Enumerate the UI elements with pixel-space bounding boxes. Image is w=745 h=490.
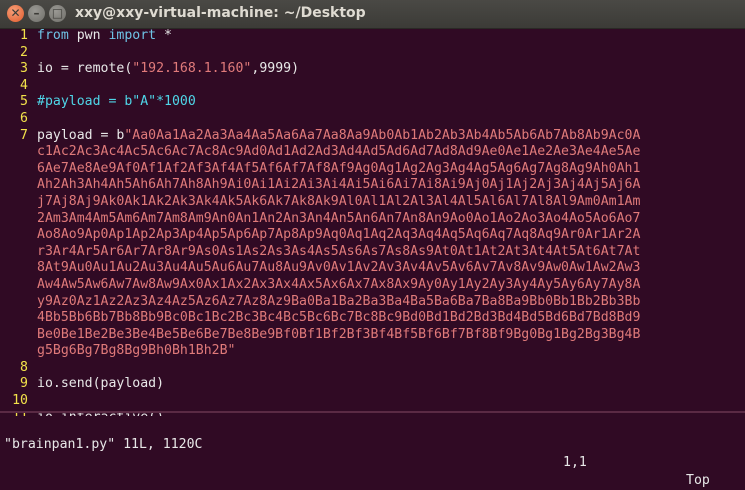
line-code: g5Bg6Bg7Bg8Bg9Bh0Bh1Bh2B" (37, 343, 236, 360)
editor-line[interactable]: 8 (0, 360, 745, 377)
line-number: 2 (20, 44, 28, 60)
code-token: payload = b (37, 127, 125, 143)
status-bar: "brainpan1.py" 11L, 1120C 1,1 Top (0, 418, 745, 488)
line-code: Ah2Ah3Ah4Ah5Ah6Ah7Ah8Ah9Ai0Ai1Ai2Ai3Ai4A… (37, 177, 640, 194)
editor-line[interactable]: 5 #payload = b"A"*1000 (0, 94, 745, 111)
status-scroll-position: Top (686, 473, 710, 488)
editor-line[interactable]: Ao8Ao9Ap0Ap1Ap2Ap3Ap4Ap5Ap6Ap7Ap8Ap9Aq0A… (0, 227, 745, 244)
line-number: 3 (20, 61, 28, 77)
line-code: y9Az0Az1Az2Az3Az4Az5Az6Az7Az8Az9Ba0Ba1Ba… (37, 294, 640, 311)
editor-line[interactable]: y9Az0Az1Az2Az3Az4Az5Az6Az7Az8Az9Ba0Ba1Ba… (0, 294, 745, 311)
editor-line[interactable]: Be0Be1Be2Be3Be4Be5Be6Be7Be8Be9Bf0Bf1Bf2B… (0, 327, 745, 344)
code-token: import (108, 28, 157, 43)
editor-line[interactable]: g5Bg6Bg7Bg8Bg9Bh0Bh1Bh2B" (0, 343, 745, 360)
status-cursor-position: 1,1 (563, 455, 587, 470)
editor-line[interactable]: Ah2Ah3Ah4Ah5Ah6Ah7Ah8Ah9Ai0Ai1Ai2Ai3Ai4A… (0, 177, 745, 194)
minimize-button[interactable]: – (28, 5, 45, 22)
code-token: from (37, 28, 69, 43)
line-number: 9 (20, 376, 28, 392)
code-token: ,9999) (251, 61, 300, 77)
editor-line[interactable]: 9 io.send(payload) (0, 376, 745, 393)
code-token: * (156, 28, 172, 43)
line-code: r3Ar4Ar5Ar6Ar7Ar8Ar9As0As1As2As3As4As5As… (37, 244, 640, 261)
editor-line[interactable]: 6Ae7Ae8Ae9Af0Af1Af2Af3Af4Af5Af6Af7Af8Af9… (0, 161, 745, 178)
window-title: xxy@xxy-virtual-machine: ~/Desktop (75, 5, 366, 21)
code-token: j7Aj8Aj9Ak0Ak1Ak2Ak3Ak4Ak5Ak6Ak7Ak8Ak9Al… (37, 193, 641, 209)
line-code: io.send(payload) (37, 376, 164, 393)
line-code: Ao8Ao9Ap0Ap1Ap2Ap3Ap4Ap5Ap6Ap7Ap8Ap9Aq0A… (37, 227, 640, 244)
editor-line[interactable]: 7 payload = b"Aa0Aa1Aa2Aa3Aa4Aa5Aa6Aa7Aa8… (0, 128, 745, 145)
code-token: Ah2Ah3Ah4Ah5Ah6Ah7Ah8Ah9Ai0Ai1Ai2Ai3Ai4A… (37, 177, 641, 193)
editor-line[interactable]: j7Aj8Aj9Ak0Ak1Ak2Ak3Ak4Ak5Ak6Ak7Ak8Ak9Al… (0, 194, 745, 211)
code-token: Be0Be1Be2Be3Be4Be5Be6Be7Be8Be9Bf0Bf1Bf2B… (37, 326, 641, 342)
line-code: io = remote("192.168.1.160",9999) (37, 61, 299, 78)
line-number: 1 (20, 28, 28, 43)
editor-line[interactable]: 4Bb5Bb6Bb7Bb8Bb9Bc0Bc1Bc2Bc3Bc4Bc5Bc6Bc7… (0, 310, 745, 327)
editor-line[interactable]: 8At9Au0Au1Au2Au3Au4Au5Au6Au7Au8Au9Av0Av1… (0, 260, 745, 277)
line-code: 2Am3Am4Am5Am6Am7Am8Am9An0An1An2An3An4An5… (37, 211, 640, 228)
line-number: 4 (20, 77, 28, 93)
code-token: 2Am3Am4Am5Am6Am7Am8Am9An0An1An2An3An4An5… (37, 210, 641, 226)
editor-line[interactable]: 2Am3Am4Am5Am6Am7Am8Am9An0An1An2An3An4An5… (0, 211, 745, 228)
editor-line[interactable]: Aw4Aw5Aw6Aw7Aw8Aw9Ax0Ax1Ax2Ax3Ax4Ax5Ax6A… (0, 277, 745, 294)
code-token: c1Ac2Ac3Ac4Ac5Ac6Ac7Ac8Ac9Ad0Ad1Ad2Ad3Ad… (37, 144, 641, 160)
code-token: Aw4Aw5Aw6Aw7Aw8Aw9Ax0Ax1Ax2Ax3Ax4Ax5Ax6A… (37, 276, 641, 292)
code-token: 4Bb5Bb6Bb7Bb8Bb9Bc0Bc1Bc2Bc3Bc4Bc5Bc6Bc7… (37, 310, 641, 326)
line-number: 7 (20, 127, 28, 143)
editor-line[interactable]: 1 from pwn import * (0, 28, 745, 45)
editor-line[interactable]: r3Ar4Ar5Ar6Ar7Ar8Ar9As0As1As2As3As4As5As… (0, 244, 745, 261)
code-token: "192.168.1.160" (132, 61, 252, 77)
line-number: 6 (20, 110, 28, 126)
line-code: 6Ae7Ae8Ae9Af0Af1Af2Af3Af4Af5Af6Af7Af8Af9… (37, 161, 640, 178)
line-number: 5 (20, 94, 28, 110)
editor-line[interactable]: 10 (0, 393, 745, 410)
code-token: g5Bg6Bg7Bg8Bg9Bh0Bh1Bh2B" (37, 343, 236, 359)
editor-line[interactable]: 4 (0, 78, 745, 95)
code-token: 8At9Au0Au1Au2Au3Au4Au5Au6Au7Au8Au9Av0Av1… (37, 260, 641, 276)
editor-line[interactable]: 3 io = remote("192.168.1.160",9999) (0, 61, 745, 78)
line-code: from pwn import * (37, 28, 172, 45)
line-number: 10 (12, 393, 28, 409)
editor-line[interactable]: 2 (0, 45, 745, 62)
editor-line[interactable]: c1Ac2Ac3Ac4Ac5Ac6Ac7Ac8Ac9Ad0Ad1Ad2Ad3Ad… (0, 144, 745, 161)
line-code: #payload = b"A"*1000 (37, 94, 196, 111)
code-token: r3Ar4Ar5Ar6Ar7Ar8Ar9As0As1As2As3As4As5As… (37, 243, 641, 259)
code-token: 6Ae7Ae8Ae9Af0Af1Af2Af3Af4Af5Af6Af7Af8Af9… (37, 160, 641, 176)
code-token: io = remote( (37, 61, 133, 77)
line-code: Be0Be1Be2Be3Be4Be5Be6Be7Be8Be9Bf0Bf1Bf2B… (37, 327, 640, 344)
code-token: Ao8Ao9Ap0Ap1Ap2Ap3Ap4Ap5Ap6Ap7Ap8Ap9Aq0A… (37, 227, 641, 243)
line-number: 8 (20, 359, 28, 375)
line-code: c1Ac2Ac3Ac4Ac5Ac6Ac7Ac8Ac9Ad0Ad1Ad2Ad3Ad… (37, 144, 640, 161)
editor-line[interactable]: 6 (0, 111, 745, 128)
cursor-line-indicator (0, 411, 745, 413)
maximize-button[interactable]: □ (49, 5, 66, 22)
vim-editor[interactable]: 1 from pwn import * 2 3 io = remote("192.168… (0, 28, 745, 416)
code-token: "Aa0Aa1Aa2Aa3Aa4Aa5Aa6Aa7Aa8Aa9Ab0Ab1Ab2… (124, 127, 641, 143)
title-bar: ✕ – □ xxy@xxy-virtual-machine: ~/Desktop (0, 0, 745, 29)
line-code: 8At9Au0Au1Au2Au3Au4Au5Au6Au7Au8Au9Av0Av1… (37, 260, 640, 277)
line-code: Aw4Aw5Aw6Aw7Aw8Aw9Ax0Ax1Ax2Ax3Ax4Ax5Ax6A… (37, 277, 640, 294)
code-token: y9Az0Az1Az2Az3Az4Az5Az6Az7Az8Az9Ba0Ba1Ba… (37, 293, 641, 309)
line-code: payload = b"Aa0Aa1Aa2Aa3Aa4Aa5Aa6Aa7Aa8A… (37, 128, 640, 145)
line-code: 4Bb5Bb6Bb7Bb8Bb9Bc0Bc1Bc2Bc3Bc4Bc5Bc6Bc7… (37, 310, 640, 327)
code-token: pwn (68, 28, 109, 43)
close-button[interactable]: ✕ (7, 5, 24, 22)
code-token: #payload = b"A"*1000 (37, 94, 196, 110)
line-code: j7Aj8Aj9Ak0Ak1Ak2Ak3Ak4Ak5Ak6Ak7Ak8Ak9Al… (37, 194, 640, 211)
status-file-info: "brainpan1.py" 11L, 1120C (4, 437, 203, 452)
code-token: io.send(payload) (37, 376, 165, 392)
